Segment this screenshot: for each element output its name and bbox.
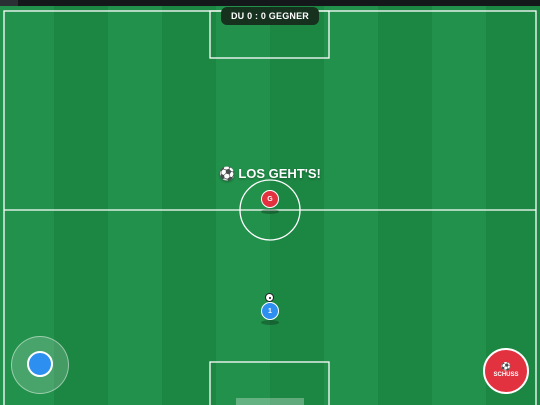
status-message: ⚽ LOS GEHT'S! — [0, 166, 540, 182]
soccer-ball-icon: ⚽ — [219, 166, 236, 181]
scoreboard: DU 0 : 0 GEGNER — [221, 7, 319, 25]
opponent-goalkeeper: G — [261, 190, 279, 208]
joystick-knob[interactable] — [27, 351, 53, 377]
opponent-shadow — [261, 209, 279, 214]
shoot-button[interactable]: ⚽ SCHUSS — [483, 348, 529, 394]
bottom-goal — [236, 398, 304, 405]
ball — [265, 293, 274, 302]
shoot-ball-icon: ⚽ — [501, 362, 511, 371]
player-shadow — [261, 320, 279, 325]
shoot-button-label: SCHUSS — [493, 372, 519, 378]
player-character: 1 — [261, 302, 279, 320]
status-message-text: LOS GEHT'S! — [238, 166, 321, 181]
field-boundary — [3, 10, 537, 405]
